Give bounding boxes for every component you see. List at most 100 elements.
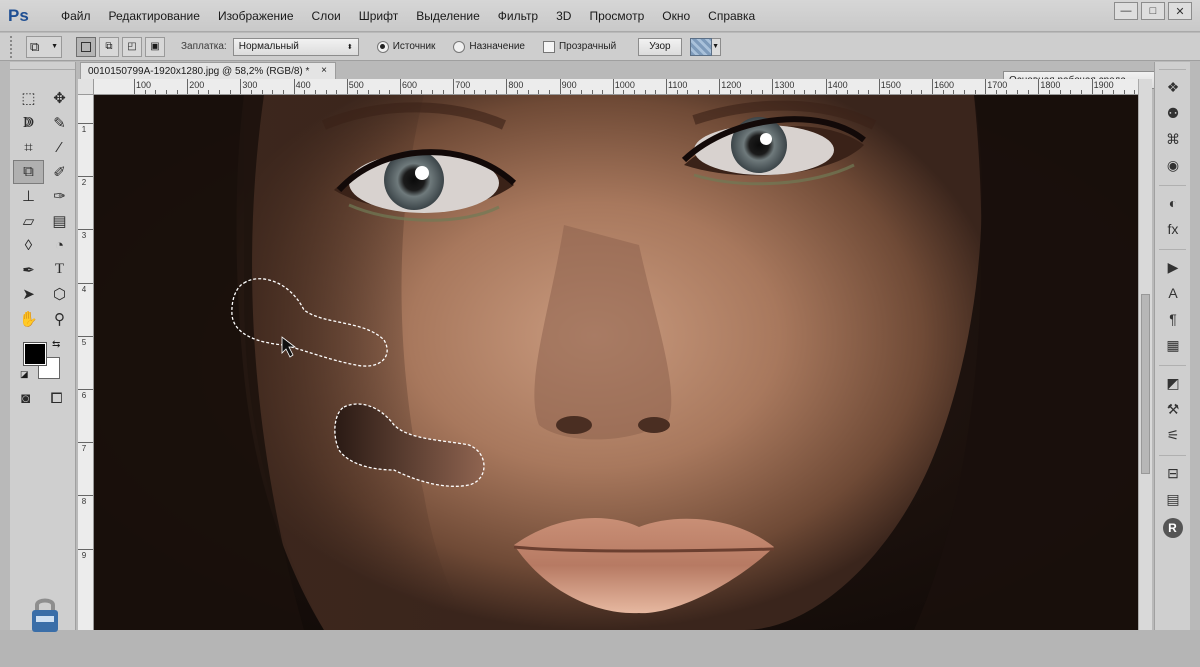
- intersect-selection-button[interactable]: ▣: [145, 36, 165, 57]
- window-controls: — □ ✕: [1114, 2, 1192, 20]
- ruler-minor-tick: [1080, 90, 1082, 94]
- ruler-minor-tick: [304, 90, 306, 94]
- ruler-minor-tick: [634, 90, 636, 94]
- eraser-tool-icon[interactable]: ▱: [13, 209, 44, 234]
- pattern-swatch[interactable]: [689, 37, 712, 56]
- shape-tool-icon[interactable]: ⬡: [44, 282, 75, 307]
- dodge-tool-icon[interactable]: ◔: [44, 233, 75, 258]
- zoom-tool-icon[interactable]: ⚲: [44, 307, 75, 332]
- ruler-label: 200: [189, 80, 205, 90]
- close-button[interactable]: ✕: [1168, 2, 1192, 20]
- info-icon[interactable]: R: [1162, 518, 1183, 538]
- subtract-selection-button[interactable]: ◰: [122, 36, 142, 57]
- notes-icon[interactable]: ▤: [1155, 486, 1191, 512]
- brush-presets-icon[interactable]: ⚟: [1155, 422, 1191, 448]
- ruler-minor-tick: [910, 90, 912, 94]
- marquee-tool-icon[interactable]: ⬚: [13, 86, 44, 111]
- minimize-button[interactable]: —: [1114, 2, 1138, 20]
- use-pattern-button[interactable]: Узор: [638, 37, 682, 56]
- ruler-tick: [985, 79, 987, 94]
- fill-mode-select[interactable]: Нормальный ⬍: [232, 37, 359, 56]
- scrollbar-thumb[interactable]: [1141, 294, 1150, 474]
- transparent-checkbox[interactable]: [542, 40, 555, 53]
- document-title: 0010150799A-1920x1280.jpg @ 58,2% (RGB/8…: [88, 65, 310, 77]
- 3d-icon[interactable]: ◉: [1155, 152, 1191, 178]
- menu-item[interactable]: Выделение: [407, 0, 489, 32]
- clone-source-icon[interactable]: ⚒: [1155, 396, 1191, 422]
- document-tab[interactable]: 0010150799A-1920x1280.jpg @ 58,2% (RGB/8…: [80, 62, 336, 79]
- ruler-origin[interactable]: [78, 79, 94, 95]
- gradient-tool-icon[interactable]: ▤: [44, 209, 75, 234]
- menu-bar: Ps Файл Редактирование Изображение Слои Шриф…: [0, 0, 1200, 32]
- stamp-tool-icon[interactable]: ⊥: [13, 184, 44, 209]
- menu-item[interactable]: 3D: [547, 0, 580, 32]
- menu-item[interactable]: Фильтр: [489, 0, 547, 32]
- blur-tool-icon[interactable]: ◊: [13, 233, 44, 258]
- add-selection-button[interactable]: ⧉: [99, 36, 119, 57]
- crop-tool-icon[interactable]: ⌗: [13, 135, 44, 160]
- new-selection-button[interactable]: [76, 36, 96, 57]
- toolbox-header[interactable]: [10, 62, 75, 70]
- ruler-minor-tick: [463, 90, 465, 94]
- menu-item[interactable]: Шрифт: [350, 0, 407, 32]
- character-icon[interactable]: A: [1155, 280, 1191, 306]
- foreground-color[interactable]: [23, 342, 47, 366]
- ruler-minor-tick: [1017, 90, 1019, 94]
- ruler-label: 300: [242, 80, 258, 90]
- ruler-minor-tick: [325, 90, 327, 94]
- move-tool-icon[interactable]: ✥: [44, 86, 75, 111]
- options-grip[interactable]: [10, 35, 16, 58]
- ruler-label: 1300: [774, 80, 795, 90]
- ruler-minor-tick: [208, 90, 210, 94]
- menu-item[interactable]: Редактирование: [100, 0, 209, 32]
- screen-mode-icon[interactable]: ⧠: [41, 387, 72, 409]
- adjustments-icon[interactable]: ◐: [1155, 190, 1191, 216]
- select-arrows-icon: ⬍: [346, 43, 353, 51]
- ruler-minor-tick: [282, 90, 284, 94]
- menu-item[interactable]: Файл: [52, 0, 100, 32]
- destination-radio[interactable]: [453, 40, 466, 53]
- swap-colors-icon[interactable]: ⇆: [52, 339, 60, 350]
- source-radio[interactable]: [376, 40, 389, 53]
- channels-icon[interactable]: ⚉: [1155, 100, 1191, 126]
- menu-item[interactable]: Слои: [303, 0, 350, 32]
- ruler-label: 2: [81, 178, 87, 188]
- lasso-tool-icon[interactable]: ↇ: [13, 111, 44, 136]
- default-colors-icon[interactable]: ◪: [20, 369, 29, 380]
- menu-item[interactable]: Изображение: [209, 0, 303, 32]
- tool-preset-picker[interactable]: ⧉ ▼: [26, 35, 62, 58]
- actions-icon[interactable]: ▶: [1155, 254, 1191, 280]
- ruler-minor-tick: [804, 90, 806, 94]
- menu-item[interactable]: Справка: [699, 0, 764, 32]
- type-tool-icon[interactable]: T: [44, 258, 75, 283]
- document-canvas[interactable]: [94, 95, 1138, 630]
- eyedropper-icon[interactable]: ⁄: [44, 135, 75, 160]
- brush-tool-icon[interactable]: ✐: [44, 160, 75, 185]
- panel-separator: [1159, 358, 1186, 366]
- layers-icon[interactable]: ❖: [1155, 74, 1191, 100]
- ruler-label: 7: [81, 444, 87, 454]
- panel-separator: [1159, 62, 1186, 70]
- path-select-icon[interactable]: ➤: [13, 282, 44, 307]
- maximize-button[interactable]: □: [1141, 2, 1165, 20]
- paths-icon[interactable]: ⌘: [1155, 126, 1191, 152]
- close-tab-icon[interactable]: ×: [321, 65, 327, 76]
- swatches-icon[interactable]: ▦: [1155, 332, 1191, 358]
- vertical-scrollbar[interactable]: [1138, 79, 1152, 630]
- quick-select-icon[interactable]: ✎: [44, 111, 75, 136]
- ruler-minor-tick: [783, 90, 785, 94]
- patch-tool-icon[interactable]: ⧉: [13, 159, 44, 184]
- paragraph-icon[interactable]: ¶: [1155, 306, 1191, 332]
- navigator-icon[interactable]: ◩: [1155, 370, 1191, 396]
- tool-presets-icon[interactable]: ⊟: [1155, 460, 1191, 486]
- menu-item[interactable]: Окно: [653, 0, 699, 32]
- pattern-dropdown[interactable]: ▼: [711, 37, 721, 56]
- history-brush-icon[interactable]: ✑: [44, 184, 75, 209]
- menu-item[interactable]: Просмотр: [580, 0, 653, 32]
- hand-tool-icon[interactable]: ✋: [13, 307, 44, 332]
- horizontal-ruler[interactable]: 100 200 300 400 500 600 700 800 900 1000 1100 1200 1…: [94, 79, 1138, 95]
- pen-tool-icon[interactable]: ✒: [13, 258, 44, 283]
- vertical-ruler[interactable]: 1 2 3 4 5 6 7 8 9: [78, 95, 94, 630]
- styles-icon[interactable]: fx: [1155, 216, 1191, 242]
- quick-mask-icon[interactable]: ◙: [10, 387, 41, 409]
